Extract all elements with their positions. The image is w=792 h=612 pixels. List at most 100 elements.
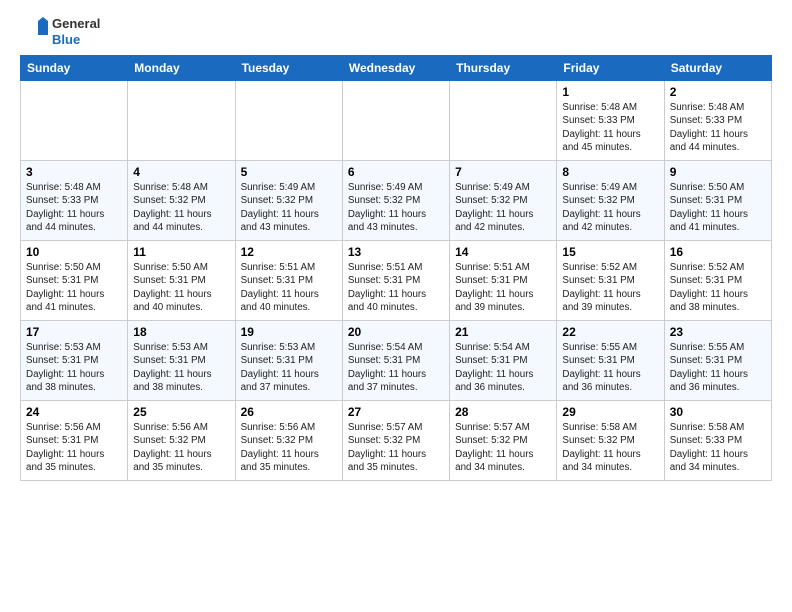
- day-info: Sunrise: 5:51 AM Sunset: 5:31 PM Dayligh…: [455, 261, 551, 314]
- day-info: Sunrise: 5:58 AM Sunset: 5:33 PM Dayligh…: [670, 421, 766, 474]
- day-info: Sunrise: 5:50 AM Sunset: 5:31 PM Dayligh…: [670, 181, 766, 234]
- calendar-day-cell: 7 Sunrise: 5:49 AM Sunset: 5:32 PM Daylig…: [450, 161, 557, 241]
- day-info: Sunrise: 5:48 AM Sunset: 5:33 PM Dayligh…: [26, 181, 122, 234]
- calendar-day-cell: 19 Sunrise: 5:53 AM Sunset: 5:31 PM Dayli…: [235, 321, 342, 401]
- day-number: 23: [670, 325, 766, 339]
- day-info: Sunrise: 5:50 AM Sunset: 5:31 PM Dayligh…: [26, 261, 122, 314]
- calendar-day-cell: 29Sunrise: 5:58 AM Sunset: 5:32 PM Dayli…: [557, 401, 664, 481]
- day-info: Sunrise: 5:56 AM Sunset: 5:32 PM Dayligh…: [133, 421, 229, 474]
- page-header: GeneralBlue: [20, 16, 772, 47]
- weekday-header-row: SundayMondayTuesdayWednesdayThursdayFrid…: [21, 56, 772, 81]
- calendar-day-cell: 22 Sunrise: 5:55 AM Sunset: 5:31 PM Dayli…: [557, 321, 664, 401]
- day-info: Sunrise: 5:51 AM Sunset: 5:31 PM Dayligh…: [348, 261, 444, 314]
- day-number: 7: [455, 165, 551, 179]
- weekday-header-cell: Monday: [128, 56, 235, 81]
- day-number: 19: [241, 325, 337, 339]
- calendar-table: SundayMondayTuesdayWednesdayThursdayFrid…: [20, 55, 772, 481]
- logo: GeneralBlue: [20, 16, 100, 47]
- calendar-day-cell: 9 Sunrise: 5:50 AM Sunset: 5:31 PM Daylig…: [664, 161, 771, 241]
- calendar-day-cell: 18 Sunrise: 5:53 AM Sunset: 5:31 PM Dayli…: [128, 321, 235, 401]
- weekday-header-cell: Saturday: [664, 56, 771, 81]
- day-number: 24: [26, 405, 122, 419]
- day-number: 10: [26, 245, 122, 259]
- day-info: Sunrise: 5:57 AM Sunset: 5:32 PM Dayligh…: [348, 421, 444, 474]
- day-number: 1: [562, 85, 658, 99]
- day-info: Sunrise: 5:53 AM Sunset: 5:31 PM Dayligh…: [26, 341, 122, 394]
- day-number: 11: [133, 245, 229, 259]
- weekday-header-cell: Sunday: [21, 56, 128, 81]
- day-number: 5: [241, 165, 337, 179]
- day-number: 13: [348, 245, 444, 259]
- calendar-day-cell: 11 Sunrise: 5:50 AM Sunset: 5:31 PM Dayli…: [128, 241, 235, 321]
- calendar-day-cell: 2Sunrise: 5:48 AM Sunset: 5:33 PM Daylig…: [664, 81, 771, 161]
- calendar-day-cell: 10 Sunrise: 5:50 AM Sunset: 5:31 PM Dayli…: [21, 241, 128, 321]
- calendar-day-cell: 16 Sunrise: 5:52 AM Sunset: 5:31 PM Dayli…: [664, 241, 771, 321]
- day-info: Sunrise: 5:52 AM Sunset: 5:31 PM Dayligh…: [670, 261, 766, 314]
- day-info: Sunrise: 5:53 AM Sunset: 5:31 PM Dayligh…: [133, 341, 229, 394]
- day-info: Sunrise: 5:50 AM Sunset: 5:31 PM Dayligh…: [133, 261, 229, 314]
- day-info: Sunrise: 5:58 AM Sunset: 5:32 PM Dayligh…: [562, 421, 658, 474]
- day-info: Sunrise: 5:49 AM Sunset: 5:32 PM Dayligh…: [241, 181, 337, 234]
- day-info: Sunrise: 5:49 AM Sunset: 5:32 PM Dayligh…: [455, 181, 551, 234]
- day-info: Sunrise: 5:54 AM Sunset: 5:31 PM Dayligh…: [455, 341, 551, 394]
- day-number: 27: [348, 405, 444, 419]
- day-number: 21: [455, 325, 551, 339]
- day-info: Sunrise: 5:53 AM Sunset: 5:31 PM Dayligh…: [241, 341, 337, 394]
- weekday-header-cell: Friday: [557, 56, 664, 81]
- calendar-day-cell: 1 Sunrise: 5:48 AM Sunset: 5:33 PM Daylig…: [557, 81, 664, 161]
- day-number: 26: [241, 405, 337, 419]
- day-info: Sunrise: 5:49 AM Sunset: 5:32 PM Dayligh…: [562, 181, 658, 234]
- day-number: 18: [133, 325, 229, 339]
- logo-graphic-icon: [20, 17, 50, 47]
- calendar-empty-cell: [342, 81, 449, 161]
- day-number: 8: [562, 165, 658, 179]
- calendar-day-cell: 27 Sunrise: 5:57 AM Sunset: 5:32 PM Dayli…: [342, 401, 449, 481]
- calendar-body: 1 Sunrise: 5:48 AM Sunset: 5:33 PM Daylig…: [21, 81, 772, 481]
- calendar-day-cell: 30Sunrise: 5:58 AM Sunset: 5:33 PM Dayli…: [664, 401, 771, 481]
- weekday-header-cell: Thursday: [450, 56, 557, 81]
- day-number: 15: [562, 245, 658, 259]
- day-number: 28: [455, 405, 551, 419]
- weekday-header-cell: Tuesday: [235, 56, 342, 81]
- calendar-empty-cell: [235, 81, 342, 161]
- day-number: 16: [670, 245, 766, 259]
- day-number: 17: [26, 325, 122, 339]
- day-info: Sunrise: 5:55 AM Sunset: 5:31 PM Dayligh…: [670, 341, 766, 394]
- calendar-day-cell: 26Sunrise: 5:56 AM Sunset: 5:32 PM Dayli…: [235, 401, 342, 481]
- calendar-day-cell: 24Sunrise: 5:56 AM Sunset: 5:31 PM Dayli…: [21, 401, 128, 481]
- calendar-day-cell: 25 Sunrise: 5:56 AM Sunset: 5:32 PM Dayli…: [128, 401, 235, 481]
- day-number: 9: [670, 165, 766, 179]
- calendar-day-cell: 4Sunrise: 5:48 AM Sunset: 5:32 PM Daylig…: [128, 161, 235, 241]
- day-number: 12: [241, 245, 337, 259]
- logo-blue-text: Blue: [52, 32, 100, 48]
- calendar-day-cell: 12Sunrise: 5:51 AM Sunset: 5:31 PM Dayli…: [235, 241, 342, 321]
- day-number: 2: [670, 85, 766, 99]
- calendar-day-cell: 20 Sunrise: 5:54 AM Sunset: 5:31 PM Dayli…: [342, 321, 449, 401]
- day-info: Sunrise: 5:54 AM Sunset: 5:31 PM Dayligh…: [348, 341, 444, 394]
- day-number: 4: [133, 165, 229, 179]
- day-info: Sunrise: 5:57 AM Sunset: 5:32 PM Dayligh…: [455, 421, 551, 474]
- weekday-header-cell: Wednesday: [342, 56, 449, 81]
- calendar-empty-cell: [450, 81, 557, 161]
- calendar-empty-cell: [128, 81, 235, 161]
- logo-general-text: General: [52, 16, 100, 32]
- day-info: Sunrise: 5:49 AM Sunset: 5:32 PM Dayligh…: [348, 181, 444, 234]
- day-number: 25: [133, 405, 229, 419]
- day-info: Sunrise: 5:55 AM Sunset: 5:31 PM Dayligh…: [562, 341, 658, 394]
- calendar-week-row: 1 Sunrise: 5:48 AM Sunset: 5:33 PM Daylig…: [21, 81, 772, 161]
- calendar-week-row: 24Sunrise: 5:56 AM Sunset: 5:31 PM Dayli…: [21, 401, 772, 481]
- day-info: Sunrise: 5:52 AM Sunset: 5:31 PM Dayligh…: [562, 261, 658, 314]
- calendar-week-row: 3Sunrise: 5:48 AM Sunset: 5:33 PM Daylig…: [21, 161, 772, 241]
- calendar-day-cell: 28 Sunrise: 5:57 AM Sunset: 5:32 PM Dayli…: [450, 401, 557, 481]
- calendar-week-row: 17 Sunrise: 5:53 AM Sunset: 5:31 PM Dayli…: [21, 321, 772, 401]
- calendar-week-row: 10 Sunrise: 5:50 AM Sunset: 5:31 PM Dayli…: [21, 241, 772, 321]
- day-info: Sunrise: 5:48 AM Sunset: 5:33 PM Dayligh…: [562, 101, 658, 154]
- calendar-day-cell: 8 Sunrise: 5:49 AM Sunset: 5:32 PM Daylig…: [557, 161, 664, 241]
- calendar-day-cell: 13 Sunrise: 5:51 AM Sunset: 5:31 PM Dayli…: [342, 241, 449, 321]
- day-number: 20: [348, 325, 444, 339]
- day-number: 22: [562, 325, 658, 339]
- calendar-day-cell: 17 Sunrise: 5:53 AM Sunset: 5:31 PM Dayli…: [21, 321, 128, 401]
- day-number: 6: [348, 165, 444, 179]
- calendar-day-cell: 23 Sunrise: 5:55 AM Sunset: 5:31 PM Dayli…: [664, 321, 771, 401]
- calendar-day-cell: 6 Sunrise: 5:49 AM Sunset: 5:32 PM Daylig…: [342, 161, 449, 241]
